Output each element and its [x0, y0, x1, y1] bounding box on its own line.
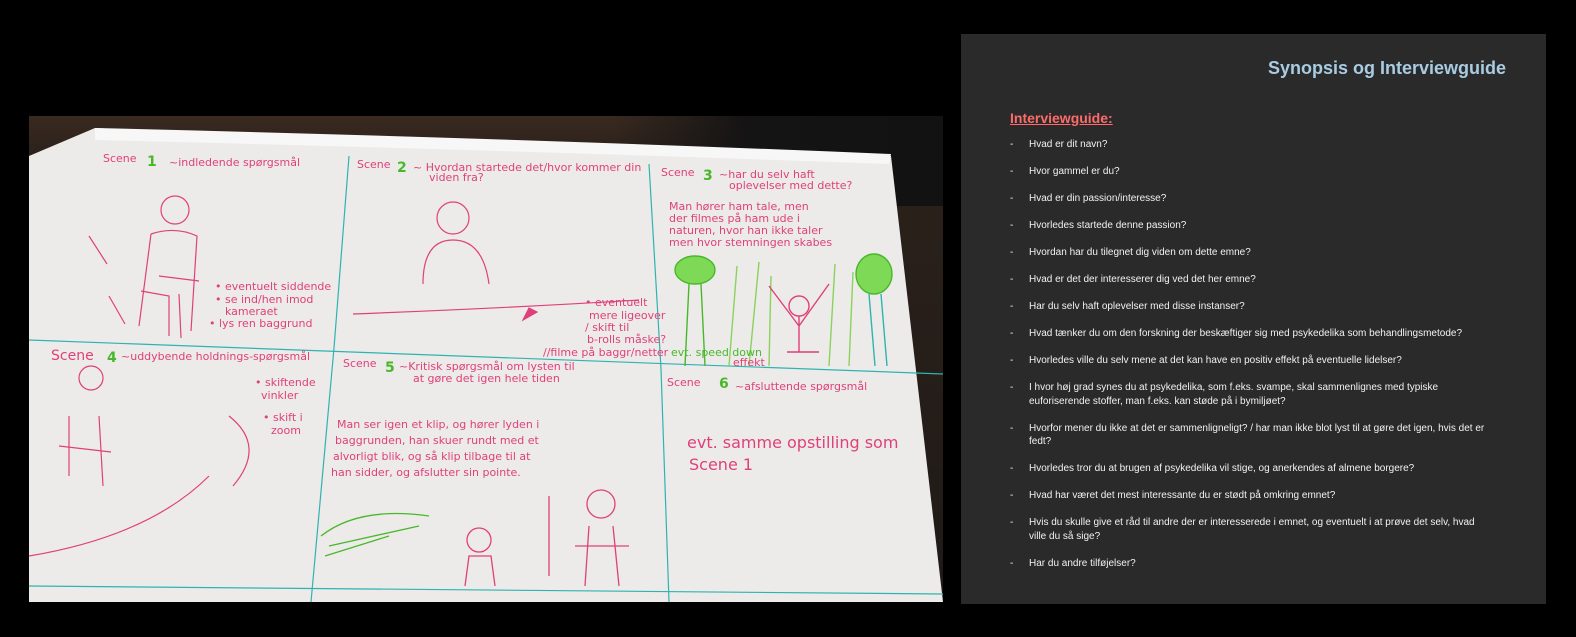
bullet-dash: -	[1010, 166, 1014, 177]
question-text: Hvad er det der interesserer dig ved det…	[1029, 274, 1256, 285]
scene-4-label: Scene	[51, 348, 94, 364]
question-text: Har du andre tilføjelser?	[1029, 557, 1136, 569]
scene-1-title: ~indledende spørgsmål	[169, 156, 300, 169]
scene-5-label: Scene	[343, 357, 377, 370]
question-list: - Hvad er dit navn? - Hvor gammel er du? - Hv…	[1010, 138, 1490, 584]
question-item: - Hvorledes tror du at brugen af psykedel…	[1010, 462, 1490, 476]
question-item: - Hvad har været det mest interessante du…	[1010, 489, 1490, 503]
question-text: Har du selv haft oplevelser med disse in…	[1029, 301, 1245, 312]
scene-5-note: alvorligt blik, og så klip tilbage til a…	[333, 450, 531, 463]
question-item: - I hvor høj grad synes du at psykedelika…	[1010, 381, 1490, 408]
scene-4-note: vinkler	[261, 389, 299, 402]
bullet-dash: -	[1010, 139, 1014, 150]
question-text: Hvad er din passion/interesse?	[1029, 193, 1167, 204]
scene-1-label: Scene	[103, 152, 137, 165]
bullet-dash: -	[1010, 463, 1014, 474]
scene-4-note: • skift i	[263, 411, 303, 424]
question-item: - Hvorledes ville du selv mene at det kan…	[1010, 354, 1490, 368]
scene-1-note: • eventuelt siddende	[215, 280, 331, 293]
question-text: Hvad har været det mest interessante du …	[1029, 490, 1336, 501]
bullet-dash: -	[1010, 220, 1014, 231]
question-text: Hvorledes tror du at brugen af psykedeli…	[1029, 463, 1415, 474]
slide-title: Synopsis og Interviewguide	[1267, 58, 1506, 78]
scene-2-title-line2: viden fra?	[429, 171, 484, 184]
question-text: I hvor høj grad synes du at psykedelika,…	[1029, 382, 1439, 407]
scene-5-note: baggrunden, han skuer rundt med et	[335, 434, 540, 447]
question-item: - Hvorfor mener du ikke at det er sammenl…	[1010, 422, 1490, 449]
question-text: Hvis du skulle give et råd til andre der…	[1029, 517, 1475, 542]
scene-4-title: ~uddybende holdnings-spørgsmål	[121, 350, 310, 363]
question-text: Hvorfor mener du ikke at det er sammenli…	[1029, 422, 1485, 448]
bullet-dash: -	[1010, 301, 1014, 312]
question-text: Hvorledes ville du selv mene at det kan …	[1029, 355, 1402, 366]
question-item: - Har du selv haft oplevelser med disse i…	[1010, 300, 1490, 314]
question-text: Hvorledes startede denne passion?	[1029, 220, 1187, 231]
scene-2-label: Scene	[357, 158, 391, 171]
bullet-dash: -	[1010, 355, 1014, 366]
bullet-dash: -	[1010, 382, 1014, 393]
scene-6-note: Scene 1	[689, 455, 753, 474]
section-heading: Interviewguide:	[1010, 110, 1113, 126]
scene-5-number: 5	[385, 360, 395, 376]
scene-2-note: //filme på baggr/netter	[543, 346, 669, 359]
question-item: - Hvad er det der interesserer dig ved de…	[1010, 273, 1490, 287]
question-item: - Har du andre tilføjelser?	[1010, 557, 1490, 571]
scene-4-note: zoom	[271, 424, 301, 437]
scene-5-note: Man ser igen et klip, og hører lyden i	[337, 418, 539, 431]
question-text: Hvordan har du tilegnet dig viden om det…	[1029, 247, 1251, 258]
scene-2-note: • eventuelt	[585, 296, 648, 309]
storyboard-drawing: Scene 1 ~indledende spørgsmål • eventuel…	[29, 128, 943, 602]
slide-panel: Synopsis og Interviewguide Interviewguid…	[961, 34, 1546, 604]
question-item: - Hvis du skulle give et råd til andre de…	[1010, 516, 1490, 543]
question-item: - Hvad er dit navn?	[1010, 138, 1490, 152]
bullet-dash: -	[1010, 274, 1014, 285]
question-text: Hvad tænker du om den forskning der besk…	[1029, 328, 1463, 339]
question-item: - Hvordan har du tilegnet dig viden om de…	[1010, 246, 1490, 260]
scene-3-label: Scene	[661, 166, 695, 179]
scene-1-note: • lys ren baggrund	[209, 317, 312, 330]
question-text: Hvor gammel er du?	[1029, 166, 1120, 177]
bullet-dash: -	[1010, 490, 1014, 501]
scene-3-note: effekt	[733, 356, 765, 369]
storyboard-photo: Scene 1 ~indledende spørgsmål • eventuel…	[29, 116, 943, 602]
scene-2-number: 2	[397, 160, 407, 176]
bullet-dash: -	[1010, 557, 1014, 569]
scene-3-title-line2: oplevelser med dette?	[729, 179, 852, 192]
scene-5-title-line2: at gøre det igen hele tiden	[413, 372, 560, 385]
scene-4-note: • skiftende	[255, 376, 316, 389]
bullet-dash: -	[1010, 517, 1014, 528]
scene-3-number: 3	[703, 168, 713, 184]
bullet-dash: -	[1010, 422, 1014, 434]
question-item: - Hvor gammel er du?	[1010, 165, 1490, 179]
scene-4-number: 4	[107, 350, 117, 366]
question-text: Hvad er dit navn?	[1029, 139, 1108, 150]
question-item: - Hvad er din passion/interesse?	[1010, 192, 1490, 206]
scene-6-title: ~afsluttende spørgsmål	[735, 380, 867, 393]
scene-1-number: 1	[147, 154, 157, 170]
question-item: - Hvad tænker du om den forskning der bes…	[1010, 327, 1490, 341]
bullet-dash: -	[1010, 193, 1014, 204]
scene-5-note: han sidder, og afslutter sin pointe.	[331, 466, 521, 479]
scene-6-number: 6	[719, 376, 729, 392]
bullet-dash: -	[1010, 328, 1014, 339]
scene-2-note: b-rolls måske?	[587, 333, 666, 346]
question-item: - Hvorledes startede denne passion?	[1010, 219, 1490, 233]
scene-3-note: men hvor stemningen skabes	[669, 236, 832, 249]
scene-6-label: Scene	[667, 376, 701, 389]
bullet-dash: -	[1010, 247, 1014, 258]
scene-6-note: evt. samme opstilling som	[687, 433, 898, 452]
